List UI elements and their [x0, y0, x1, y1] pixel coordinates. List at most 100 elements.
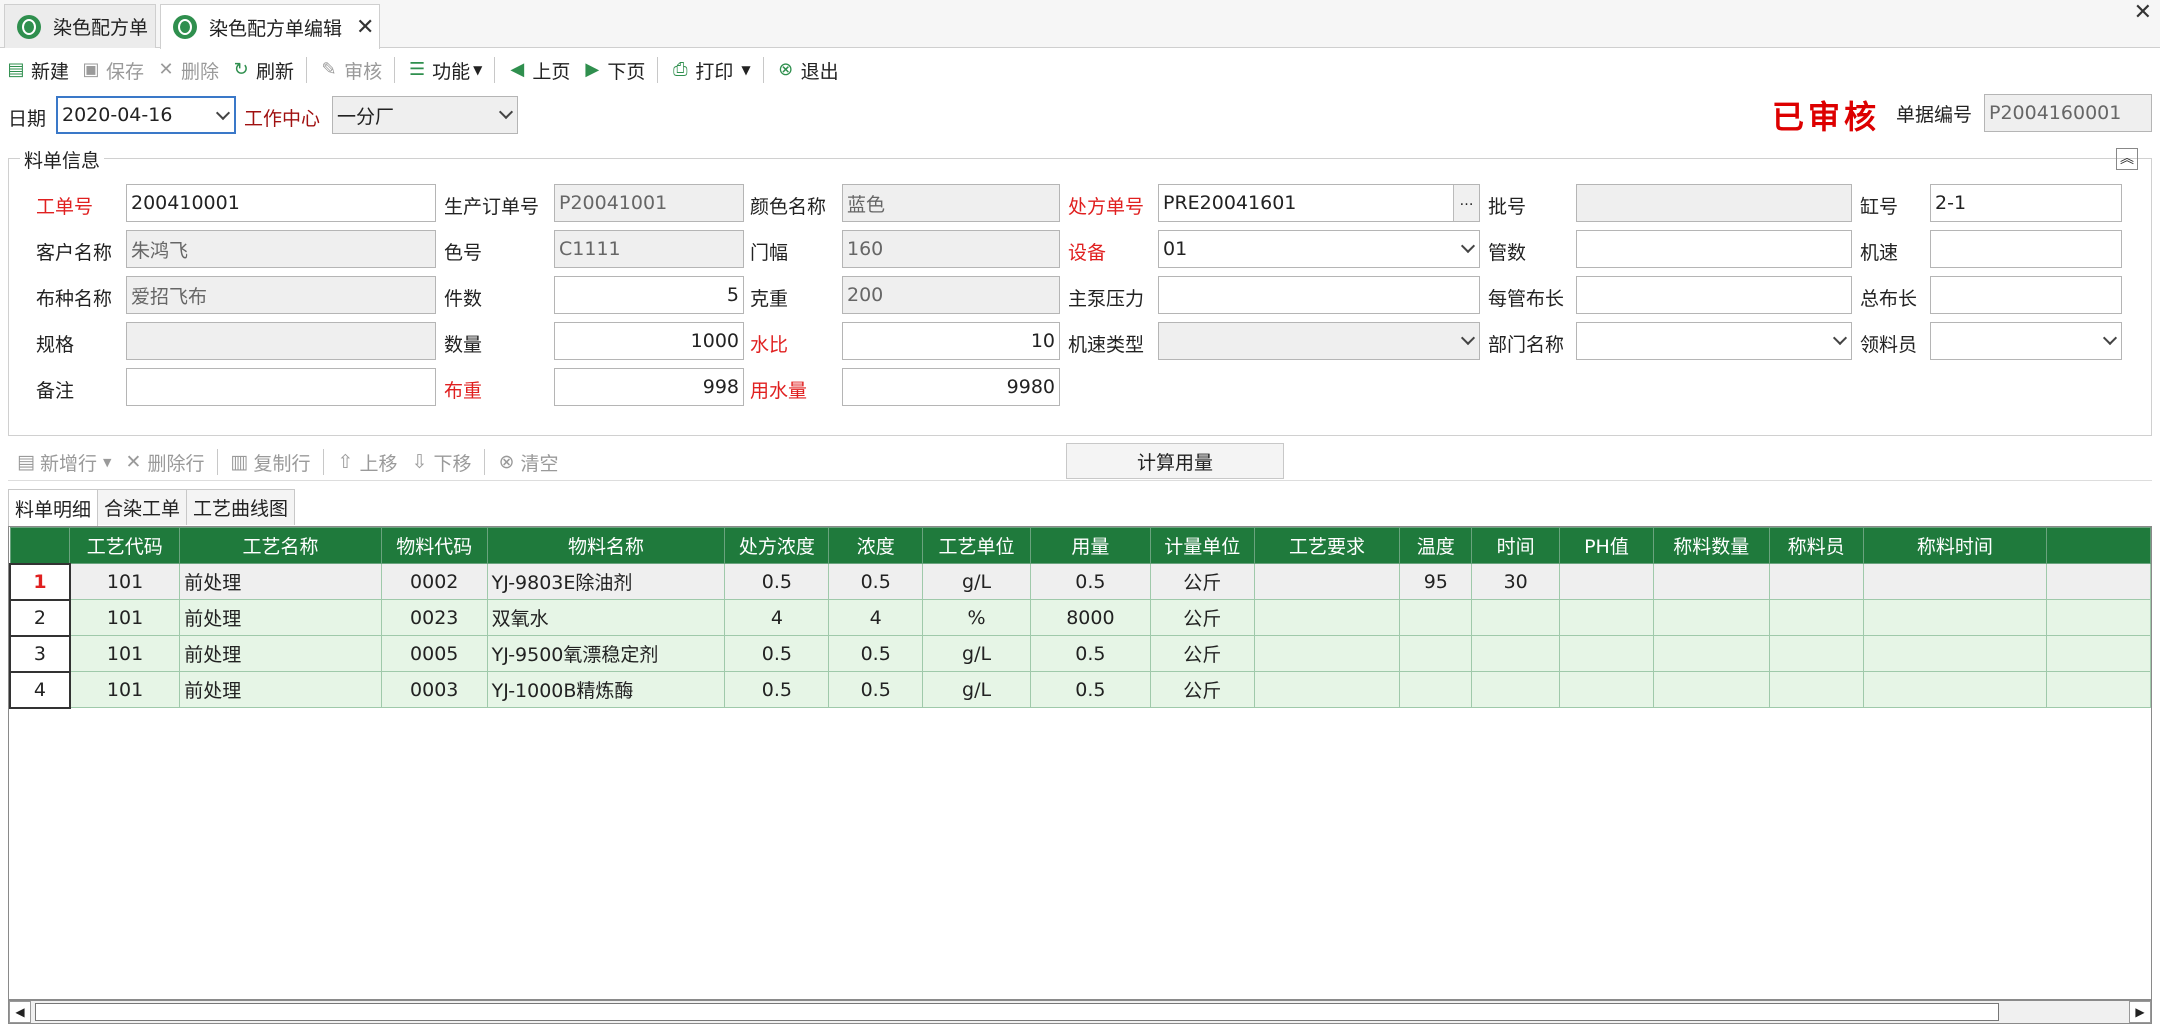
table-cell[interactable]: YJ-1000B精炼酶 — [486, 671, 726, 708]
horizontal-scrollbar[interactable]: ◀ ▶ — [8, 1000, 2152, 1024]
table-cell[interactable] — [1253, 671, 1401, 708]
close-icon[interactable]: ✕ — [356, 15, 374, 40]
table-cell[interactable]: 双氧水 — [486, 599, 726, 636]
table-row[interactable]: 3 101 前处理 0005 YJ-9500氧漂稳定剂 0.5 0.5 g/L 0.5 公斤 — [9, 634, 2151, 673]
table-cell[interactable]: 前处理 — [179, 599, 382, 636]
table-cell[interactable] — [1862, 671, 2048, 708]
column-header[interactable]: 工艺要求 — [1253, 527, 1401, 564]
delete-row-button[interactable]: ✕ 删除行 — [123, 449, 205, 476]
table-cell[interactable]: 公斤 — [1149, 599, 1255, 636]
dept-select[interactable] — [1576, 322, 1852, 360]
row-number-cell[interactable]: 1 — [9, 562, 71, 601]
column-header[interactable]: 时间 — [1471, 527, 1561, 564]
pump-pressure-field[interactable] — [1158, 276, 1480, 314]
workcenter-select[interactable]: 一分厂 — [332, 96, 518, 134]
column-header[interactable]: 物料代码 — [380, 527, 488, 564]
scroll-right-icon[interactable]: ▶ — [2129, 1001, 2151, 1023]
job-no-field[interactable]: 200410001 — [126, 184, 436, 222]
table-cell[interactable]: 0005 — [380, 635, 488, 672]
table-cell[interactable]: YJ-9803E除油剂 — [486, 563, 726, 600]
color-name-field[interactable]: 蓝色 — [842, 184, 1060, 222]
table-cell[interactable] — [1253, 563, 1401, 600]
function-menu-button[interactable]: ☰ 功能 ▼ — [407, 57, 482, 84]
column-header[interactable]: 温度 — [1399, 527, 1473, 564]
table-cell[interactable] — [1471, 671, 1561, 708]
table-cell[interactable]: 0.5 — [1029, 671, 1151, 708]
table-cell[interactable]: g/L — [922, 671, 1031, 708]
column-header[interactable]: 工艺名称 — [179, 527, 382, 564]
print-button[interactable]: ⎙ 打印 ▼ — [670, 57, 750, 84]
prod-order-field[interactable]: P20041001 — [554, 184, 744, 222]
docno-field[interactable]: P2004160001 — [1984, 94, 2152, 132]
table-cell[interactable]: 101 — [69, 671, 181, 708]
pieces-field[interactable]: 5 — [554, 276, 744, 314]
table-cell[interactable] — [1768, 563, 1864, 600]
save-button[interactable]: ▣ 保存 — [81, 57, 145, 84]
table-cell[interactable]: % — [922, 599, 1031, 636]
total-length-field[interactable] — [1930, 276, 2122, 314]
customer-field[interactable]: 朱鸿飞 — [126, 230, 436, 268]
table-cell[interactable]: 公斤 — [1149, 563, 1255, 600]
table-cell[interactable]: 4 — [724, 599, 830, 636]
table-cell[interactable]: 前处理 — [179, 671, 382, 708]
tubes-field[interactable] — [1576, 230, 1852, 268]
tab-combined-orders[interactable]: 合染工单 — [97, 489, 188, 525]
table-cell[interactable]: 公斤 — [1149, 635, 1255, 672]
table-cell[interactable] — [1862, 599, 2048, 636]
table-cell[interactable] — [1652, 671, 1770, 708]
table-cell[interactable]: 95 — [1399, 563, 1473, 600]
table-cell[interactable] — [1399, 635, 1473, 672]
table-cell[interactable] — [1559, 563, 1654, 600]
water-usage-field[interactable]: 9980 — [842, 368, 1060, 406]
table-cell[interactable] — [1862, 563, 2048, 600]
table-cell[interactable]: 0.5 — [828, 563, 924, 600]
column-header[interactable]: 浓度 — [828, 527, 924, 564]
move-up-button[interactable]: ⇧ 上移 — [336, 449, 398, 476]
calculate-usage-button[interactable]: 计算用量 — [1066, 443, 1284, 479]
table-cell[interactable]: 0.5 — [828, 671, 924, 708]
column-header[interactable]: 称料员 — [1768, 527, 1864, 564]
column-header[interactable]: 计量单位 — [1149, 527, 1255, 564]
table-cell[interactable]: 0.5 — [828, 635, 924, 672]
delete-button[interactable]: ✕ 删除 — [156, 57, 219, 84]
table-cell[interactable] — [1399, 599, 1473, 636]
picker-select[interactable] — [1930, 322, 2122, 360]
table-cell[interactable] — [1652, 635, 1770, 672]
column-header[interactable]: 处方浓度 — [724, 527, 830, 564]
table-cell[interactable]: 0.5 — [724, 563, 830, 600]
column-header[interactable]: PH值 — [1559, 527, 1654, 564]
width-field[interactable]: 160 — [842, 230, 1060, 268]
table-cell[interactable] — [1652, 599, 1770, 636]
audit-button[interactable]: ✎ 审核 — [319, 57, 383, 84]
table-cell[interactable]: 前处理 — [179, 563, 382, 600]
table-cell[interactable] — [1559, 671, 1654, 708]
table-cell[interactable] — [1768, 599, 1864, 636]
table-cell[interactable]: g/L — [922, 563, 1031, 600]
table-cell[interactable] — [1862, 635, 2048, 672]
table-cell[interactable] — [1559, 599, 1654, 636]
column-header[interactable]: 称料数量 — [1652, 527, 1770, 564]
table-cell[interactable]: 0.5 — [1029, 563, 1151, 600]
table-row[interactable]: 4 101 前处理 0003 YJ-1000B精炼酶 0.5 0.5 g/L 0.5 公斤 — [9, 670, 2151, 709]
prev-page-button[interactable]: ◀ 上页 — [507, 57, 570, 84]
table-cell[interactable]: 0003 — [380, 671, 488, 708]
table-cell[interactable] — [1471, 599, 1561, 636]
table-cell[interactable]: YJ-9500氧漂稳定剂 — [486, 635, 726, 672]
qty-field[interactable]: 1000 — [554, 322, 744, 360]
table-cell[interactable]: 公斤 — [1149, 671, 1255, 708]
spec-field[interactable] — [126, 322, 436, 360]
vat-field[interactable]: 2-1 — [1930, 184, 2122, 222]
ellipsis-lookup-icon[interactable]: … — [1453, 185, 1479, 221]
table-cell[interactable] — [1471, 635, 1561, 672]
gsm-field[interactable]: 200 — [842, 276, 1060, 314]
liquor-ratio-field[interactable]: 10 — [842, 322, 1060, 360]
row-number-cell[interactable]: 3 — [9, 634, 71, 673]
table-cell[interactable]: 8000 — [1029, 599, 1151, 636]
table-row[interactable]: 1 101 前处理 0002 YJ-9803E除油剂 0.5 0.5 g/L 0.5 公斤 95 30 — [9, 562, 2151, 601]
batch-field[interactable] — [1576, 184, 1852, 222]
table-row[interactable]: 2 101 前处理 0023 双氧水 4 4% 8000 公斤 — [9, 598, 2151, 637]
speed-type-select[interactable] — [1158, 322, 1480, 360]
recipe-no-field[interactable]: PRE20041601 … — [1158, 184, 1480, 222]
refresh-button[interactable]: ↻ 刷新 — [231, 57, 295, 84]
table-cell[interactable] — [1559, 635, 1654, 672]
